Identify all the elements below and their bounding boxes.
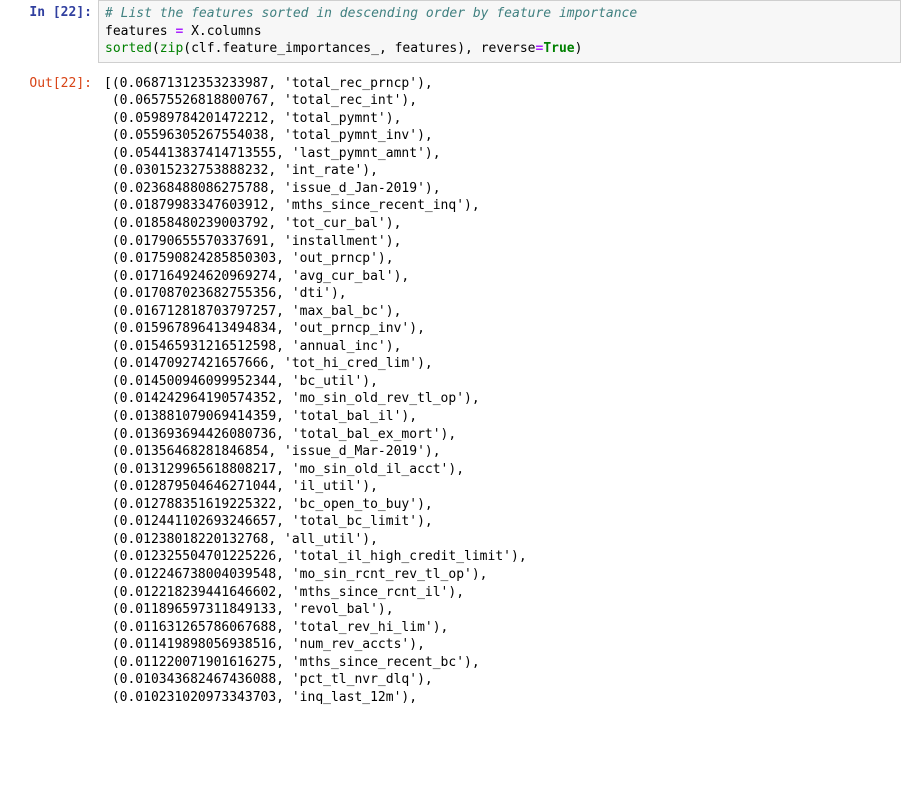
in-prompt: In [22]: — [0, 0, 98, 63]
output-text: [(0.06871312353233987, 'total_rec_prncp'… — [98, 71, 901, 707]
output-cell: Out[22]: [(0.06871312353233987, 'total_r… — [0, 71, 901, 707]
code-editor[interactable]: # List the features sorted in descending… — [98, 0, 901, 63]
code-comment: # List the features sorted in descending… — [105, 6, 637, 21]
out-prompt: Out[22]: — [0, 71, 98, 707]
input-cell: In [22]: # List the features sorted in d… — [0, 0, 901, 63]
